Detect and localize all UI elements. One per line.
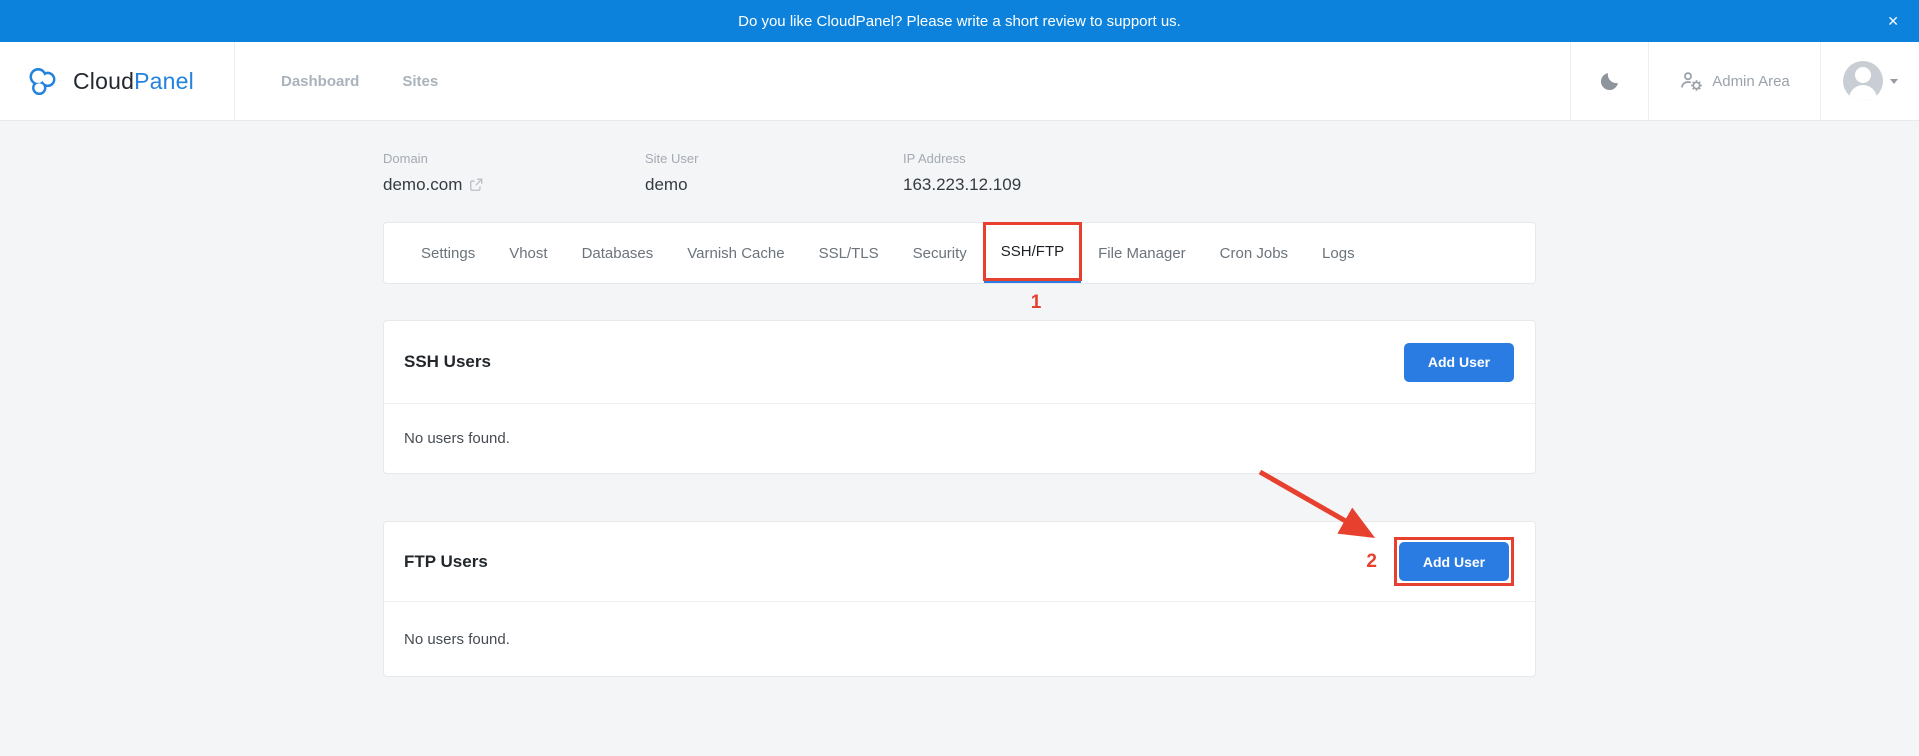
ssh-empty-text: No users found. xyxy=(404,430,510,447)
nav-item-sites[interactable]: Sites xyxy=(402,73,438,90)
ip-address-label: IP Address xyxy=(903,151,966,166)
tab-settings[interactable]: Settings xyxy=(404,223,492,283)
step2-number: 2 xyxy=(1366,550,1377,572)
tab-security[interactable]: Security xyxy=(896,223,984,283)
main-nav: Dashboard Sites xyxy=(281,42,1570,120)
ftp-users-title: FTP Users xyxy=(404,551,488,571)
user-menu[interactable] xyxy=(1820,42,1919,120)
step1-number: 1 xyxy=(1030,292,1042,313)
dark-mode-toggle[interactable] xyxy=(1570,42,1648,120)
site-info-row: Domain demo.com Site User demo IP Addres… xyxy=(383,151,1536,195)
header-right-controls: Admin Area xyxy=(1570,42,1919,120)
review-banner-message: Do you like CloudPanel? Please write a s… xyxy=(738,12,1181,30)
admin-area-link[interactable]: Admin Area xyxy=(1648,42,1820,120)
info-field-site-user: Site User demo xyxy=(645,151,903,195)
nav-item-dashboard[interactable]: Dashboard xyxy=(281,73,359,90)
tab-varnish-cache[interactable]: Varnish Cache xyxy=(670,223,801,283)
ssh-users-title: SSH Users xyxy=(404,352,491,371)
site-tabs: Settings Vhost Databases Varnish Cache S… xyxy=(383,222,1536,284)
ssh-users-card: SSH Users Add User No users found. xyxy=(383,320,1536,474)
brand-logo[interactable]: CloudPanel xyxy=(0,42,235,120)
ssh-add-user-button[interactable]: Add User xyxy=(1404,342,1514,382)
chevron-down-icon xyxy=(1889,78,1898,84)
app-header: CloudPanel Dashboard Sites Admin Area xyxy=(0,42,1919,121)
ftp-users-header: FTP Users 2 Add User xyxy=(384,522,1535,602)
tab-file-manager[interactable]: File Manager xyxy=(1081,223,1203,283)
ftp-users-card: FTP Users 2 Add User No users found. xyxy=(383,521,1536,677)
brand-name: CloudPanel xyxy=(73,67,194,94)
site-user-value: demo xyxy=(645,175,688,194)
ip-address-value: 163.223.12.109 xyxy=(903,175,1022,194)
close-icon[interactable]: ✕ xyxy=(1887,14,1899,28)
ssh-users-header: SSH Users Add User xyxy=(384,321,1535,404)
moon-icon xyxy=(1599,70,1621,92)
info-field-ip-address: IP Address 163.223.12.109 xyxy=(903,151,1021,195)
admin-area-label: Admin Area xyxy=(1712,72,1790,90)
main-content: Domain demo.com Site User demo IP Addres… xyxy=(383,121,1536,677)
manage-accounts-icon xyxy=(1679,71,1703,91)
ssh-users-body: No users found. xyxy=(384,404,1535,473)
external-link-icon[interactable] xyxy=(469,178,483,192)
site-tabs-wrap: Settings Vhost Databases Varnish Cache S… xyxy=(383,222,1536,313)
info-field-domain: Domain demo.com xyxy=(383,151,645,195)
ftp-empty-text: No users found. xyxy=(404,630,510,648)
tab-ssl-tls[interactable]: SSL/TLS xyxy=(802,223,896,283)
tab-ssh-ftp[interactable]: SSH/FTP xyxy=(982,222,1083,283)
ftp-users-body: No users found. xyxy=(384,602,1535,676)
site-user-label: Site User xyxy=(645,151,699,166)
review-banner: Do you like CloudPanel? Please write a s… xyxy=(0,0,1919,42)
tab-logs[interactable]: Logs xyxy=(1305,223,1372,283)
domain-value[interactable]: demo.com xyxy=(383,175,462,195)
tab-vhost[interactable]: Vhost xyxy=(492,223,564,283)
ftp-add-user-button[interactable]: Add User xyxy=(1399,542,1509,581)
tab-databases[interactable]: Databases xyxy=(565,223,671,283)
cloud-logo-icon xyxy=(26,65,62,98)
step2-highlight-box: Add User xyxy=(1394,537,1514,586)
tab-cron-jobs[interactable]: Cron Jobs xyxy=(1203,223,1305,283)
avatar xyxy=(1842,61,1883,101)
domain-label: Domain xyxy=(383,151,428,166)
